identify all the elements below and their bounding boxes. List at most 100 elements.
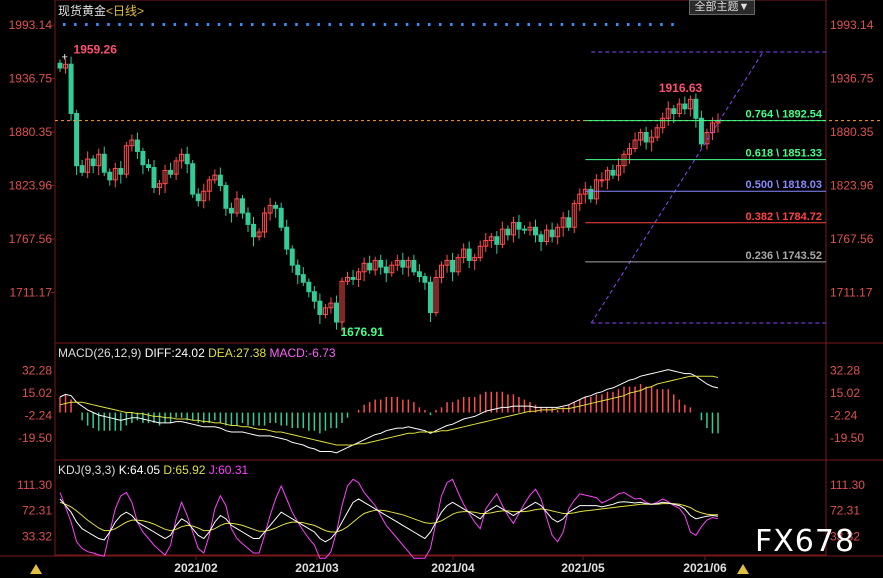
candle-body <box>350 276 356 280</box>
candle-body <box>422 276 428 283</box>
kdj-k-line <box>59 498 719 543</box>
volume-dot <box>118 23 121 26</box>
volume-dot <box>162 23 166 26</box>
xtick-label: 2021/04 <box>431 561 475 575</box>
candle-body <box>68 63 74 115</box>
ytick-right-label: 1711.17 <box>830 285 873 299</box>
fib-label: 0.500 \ 1818.03 <box>746 179 822 191</box>
ytick-left-label: 1823.96 <box>9 179 53 193</box>
volume-dot <box>660 23 663 26</box>
volume-dot <box>450 23 453 26</box>
ytick-left-label: 1880.35 <box>9 125 53 139</box>
volume-dot <box>295 23 298 26</box>
kdj-ytick-right: 72.31 <box>830 504 860 518</box>
ytick-left-label: 1711.17 <box>10 285 53 299</box>
ytick-left-label: 1767.56 <box>9 232 53 246</box>
candle-body <box>521 228 527 231</box>
candle-body <box>168 169 174 175</box>
scroll-right-arrow <box>737 564 749 574</box>
kdj-ytick-right: 111.30 <box>830 478 865 492</box>
xtick-label: 2021/06 <box>683 561 727 575</box>
volume-dot <box>107 23 110 26</box>
period-label[interactable]: <日线> <box>106 4 144 18</box>
candle-body <box>427 281 433 314</box>
candle-body <box>693 98 699 119</box>
ytick-right-label: 1936.75 <box>830 72 874 86</box>
kdj-header: KDJ(9,3,3) K:64.05 D:65.92 J:60.31 <box>58 463 249 477</box>
candle-body <box>505 228 511 236</box>
ytick-right-label: 1823.96 <box>830 179 874 193</box>
volume-dot <box>63 23 66 26</box>
candle-body <box>450 259 456 273</box>
volume-dot <box>472 23 475 26</box>
candle-body <box>140 150 146 166</box>
candle-body <box>306 281 312 293</box>
volume-dot <box>571 23 575 26</box>
candle-body <box>79 165 85 173</box>
macd-ytick-left: -2.24 <box>25 408 53 422</box>
candle-body <box>118 167 124 175</box>
candle-body <box>57 62 63 69</box>
volume-dot <box>251 23 254 26</box>
volume-dot <box>505 23 508 26</box>
volume-dot <box>140 23 143 26</box>
candle-body <box>278 207 284 228</box>
volume-dot <box>394 23 398 26</box>
volume-dot <box>306 23 309 26</box>
candle-body <box>383 266 389 274</box>
fib-label: 0.382 \ 1784.72 <box>746 211 822 223</box>
candle-body <box>516 222 522 230</box>
candle-body <box>251 223 257 238</box>
candle-body <box>566 217 572 228</box>
candle-body <box>134 139 140 152</box>
candle-body <box>643 131 649 143</box>
candle-body <box>466 248 472 261</box>
volume-dot <box>262 23 265 26</box>
candle-body <box>245 212 251 225</box>
volume-dot <box>195 23 199 26</box>
candle-body <box>295 264 301 276</box>
volume-dot <box>328 23 331 26</box>
candle-body <box>317 300 323 315</box>
candle-body <box>610 169 616 176</box>
volume-dot <box>273 23 276 26</box>
candle-body <box>228 207 234 214</box>
macd-ytick-left: -19.50 <box>18 431 52 445</box>
volume-dot <box>206 23 210 26</box>
kdj-ytick-left: 33.32 <box>22 529 52 543</box>
candle-body <box>90 158 96 167</box>
macd-ytick-right: 15.02 <box>830 386 860 400</box>
high-marker: + <box>62 51 68 63</box>
volume-dot <box>416 23 420 26</box>
volume-dot <box>361 23 365 26</box>
annotation-low: 1676.91 <box>340 325 384 339</box>
kdj-ytick-left: 111.30 <box>17 478 52 492</box>
macd-ytick-left: 32.28 <box>22 364 52 378</box>
candle-body <box>367 262 373 271</box>
candle-body <box>190 163 196 195</box>
xtick-label: 2021/03 <box>295 561 339 575</box>
volume-dot <box>516 23 519 26</box>
ytick-left-label: 1993.14 <box>9 18 53 32</box>
candle-body <box>273 204 279 209</box>
candle-body <box>101 153 107 173</box>
macd-header: MACD(26,12,9) DIFF:24.02 DEA:27.38 MACD:… <box>58 346 336 360</box>
volume-dot <box>483 23 486 26</box>
annotation-high: 1959.26 <box>74 42 118 56</box>
macd-ytick-left: 15.02 <box>22 386 52 400</box>
theme-button[interactable]: 全部主题▼ <box>689 0 755 15</box>
ytick-right-label: 1993.14 <box>830 18 874 32</box>
volume-dot <box>627 23 630 26</box>
candle-body <box>289 248 295 266</box>
volume-dot <box>217 23 221 26</box>
candle-body <box>400 259 406 268</box>
volume-dot <box>74 23 77 26</box>
candle-body <box>74 113 80 167</box>
volume-dot <box>582 23 586 26</box>
macd-diff-line <box>59 369 719 454</box>
candle-body <box>333 302 339 323</box>
kdj-j-line <box>59 478 719 559</box>
macd-dea-line <box>59 375 719 446</box>
volume-dot <box>350 23 354 26</box>
fib-label: 0.764 \ 1892.54 <box>746 109 823 121</box>
